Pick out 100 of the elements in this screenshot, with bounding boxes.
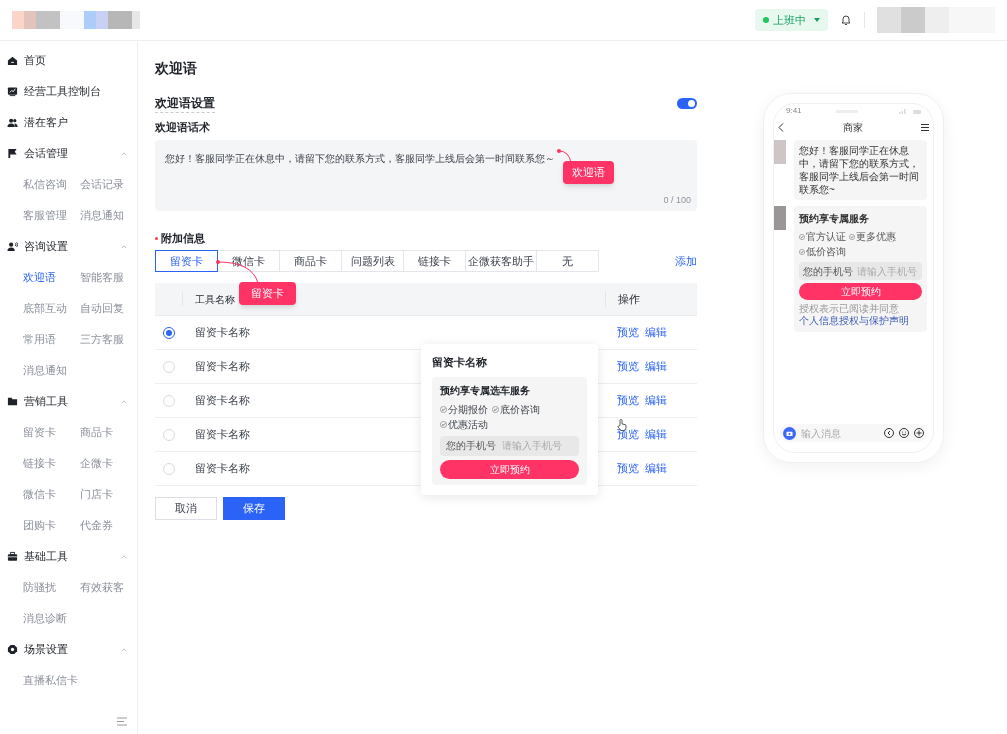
sidebar-subitem[interactable]: 直播私信卡 xyxy=(23,665,80,696)
sidebar-subitem[interactable]: 欢迎语 xyxy=(23,262,80,293)
emoji-icon[interactable] xyxy=(899,428,909,438)
monitor-icon xyxy=(7,86,18,97)
action-link[interactable]: 编辑 xyxy=(645,358,667,375)
hand-cursor-icon xyxy=(617,419,627,431)
sidebar-subitem[interactable]: 消息诊断 xyxy=(23,603,80,634)
card-type-tab[interactable]: 问题列表 xyxy=(341,250,404,272)
check-label: 分期报价 xyxy=(440,401,488,417)
folder-icon xyxy=(7,396,18,407)
sidebar-subitem[interactable]: 智能客服 xyxy=(80,262,137,293)
action-link[interactable]: 编辑 xyxy=(645,426,667,443)
check-icon xyxy=(440,421,447,429)
sidebar-subitem[interactable]: 自动回复 xyxy=(80,293,137,324)
card-type-tab[interactable]: 企微获客助手 xyxy=(465,250,537,272)
flag-icon xyxy=(7,148,18,159)
field-label: 附加信息 xyxy=(161,230,205,246)
camera-icon[interactable] xyxy=(783,426,796,440)
sidebar-subitem[interactable]: 底部互动 xyxy=(23,293,80,324)
action-link[interactable]: 编辑 xyxy=(645,324,667,341)
sidebar-subitem[interactable]: 防骚扰 xyxy=(23,572,80,603)
sidebar-subitem[interactable]: 客服管理 xyxy=(23,200,80,231)
sidebar-subitem[interactable]: 三方客服 xyxy=(80,324,137,355)
card-type-tab[interactable]: 商品卡 xyxy=(279,250,342,272)
table-cell-text: 留资卡名称 xyxy=(195,393,250,409)
sidebar-subitem[interactable]: 有效获客 xyxy=(80,572,137,603)
status-dropdown[interactable]: 上班中 xyxy=(755,9,828,31)
card-type-tab[interactable]: 微信卡 xyxy=(217,250,280,272)
avatar-placeholder xyxy=(774,206,786,230)
sidebar-item[interactable]: 营销工具 xyxy=(0,386,137,417)
gear-icon xyxy=(7,644,18,655)
field-label: 欢迎语话术 xyxy=(155,120,211,135)
collapse-menu-icon[interactable] xyxy=(117,717,127,726)
table-cell-text: 留资卡名称 xyxy=(195,359,250,375)
sidebar-item[interactable]: 场景设置 xyxy=(0,634,137,665)
action-link[interactable]: 预览 xyxy=(617,392,639,409)
action-link[interactable]: 预览 xyxy=(617,426,639,443)
sidebar-subitem[interactable]: 团购卡 xyxy=(23,510,80,541)
book-now-button[interactable]: 立即预约 xyxy=(440,459,579,479)
check-label: 底价咨询 xyxy=(492,401,540,417)
sidebar-subitem[interactable]: 常用语 xyxy=(23,324,80,355)
users-icon xyxy=(7,117,18,128)
sidebar-item[interactable]: 会话管理 xyxy=(0,138,137,169)
consent-text: 授权表示已阅读并同意 个人信息授权与保护声明 xyxy=(799,303,910,327)
page-title: 欢迎语 xyxy=(155,59,198,78)
card-title: 预约享专属服务 xyxy=(799,212,870,226)
check-icon xyxy=(849,234,855,241)
sidebar-subitem[interactable]: 代金券 xyxy=(80,510,137,541)
check-icon xyxy=(492,406,499,414)
sidebar-subitem[interactable]: 企微卡 xyxy=(80,448,137,479)
check-label: 优惠活动 xyxy=(440,416,488,432)
save-button[interactable]: 保存 xyxy=(223,497,285,520)
table-cell-text: 留资卡名称 xyxy=(195,461,250,477)
sidebar-subitem[interactable]: 消息通知 xyxy=(23,355,80,386)
sidebar-item[interactable]: 首页 xyxy=(0,45,137,76)
book-now-button[interactable]: 立即预约 xyxy=(799,283,922,300)
annotation-callout: 留资卡 xyxy=(239,282,296,305)
card-type-tab[interactable]: 留资卡 xyxy=(155,250,218,272)
check-label: 官方认证 xyxy=(799,229,846,244)
table-cell-text: 留资卡名称 xyxy=(195,325,250,341)
sidebar-subitem[interactable]: 链接卡 xyxy=(23,448,80,479)
sidebar-subitem[interactable]: 会话记录 xyxy=(80,169,137,200)
plus-icon[interactable] xyxy=(914,428,924,438)
action-link[interactable]: 编辑 xyxy=(645,392,667,409)
add-link[interactable]: 添加 xyxy=(675,252,697,270)
action-link[interactable]: 预览 xyxy=(617,324,639,341)
privacy-link[interactable]: 个人信息授权与保护声明 xyxy=(799,315,909,326)
sidebar-item[interactable]: 基础工具 xyxy=(0,541,137,572)
check-icon xyxy=(799,249,805,256)
sidebar-subitem[interactable]: 微信卡 xyxy=(23,479,80,510)
back-icon[interactable] xyxy=(778,122,784,132)
table-cell-text: 留资卡名称 xyxy=(195,427,250,443)
briefcase-icon xyxy=(7,551,18,562)
action-link[interactable]: 预览 xyxy=(617,358,639,375)
bell-icon[interactable] xyxy=(840,14,852,26)
sidebar-subitem[interactable]: 门店卡 xyxy=(80,479,137,510)
sidebar-subitem[interactable]: 私信咨询 xyxy=(23,169,80,200)
screen-title: 商家 xyxy=(841,120,864,135)
popover-title: 留资卡名称 xyxy=(432,355,488,370)
card-type-tab[interactable]: 无 xyxy=(536,250,599,272)
sidebar-subitem[interactable]: 商品卡 xyxy=(80,417,137,448)
message-textarea[interactable]: 您好！客服同学正在休息中，请留下您的联系方式，客服同学上线后会第一时间联系您～ 0 / 100 欢迎语 xyxy=(155,140,697,211)
menu-icon[interactable] xyxy=(921,123,929,131)
sidebar-item[interactable]: 潜在客户 xyxy=(0,107,137,138)
sidebar-subitem[interactable]: 留资卡 xyxy=(23,417,80,448)
sidebar-item[interactable]: 经营工具控制台 xyxy=(0,76,137,107)
check-icon xyxy=(440,406,447,414)
message-bubble: 您好！客服同学正在休息中，请留下您的联系方式，客服同学上线后会第一时间联系您~ xyxy=(794,140,927,200)
status-time: 9:41 xyxy=(786,105,802,117)
card-type-tab[interactable]: 链接卡 xyxy=(403,250,466,272)
check-icon xyxy=(799,234,805,241)
action-link[interactable]: 编辑 xyxy=(645,460,667,477)
caret-icon xyxy=(814,18,820,22)
sidebar-subitem[interactable]: 消息通知 xyxy=(80,200,137,231)
cancel-button[interactable]: 取消 xyxy=(155,497,217,520)
toggle-switch[interactable] xyxy=(677,97,697,109)
action-link[interactable]: 预览 xyxy=(617,460,639,477)
user-speaking-icon xyxy=(7,241,18,252)
section-title: 欢迎语设置 xyxy=(155,93,215,113)
sidebar-item[interactable]: 咨询设置 xyxy=(0,231,137,262)
